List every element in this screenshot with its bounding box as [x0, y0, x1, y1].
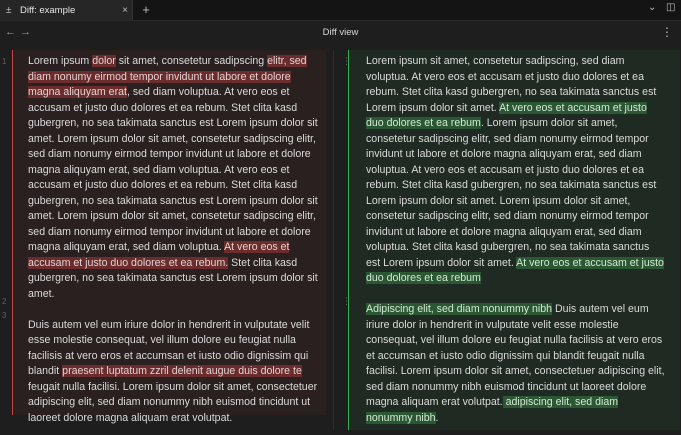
paragraph: Lorem ipsum dolor sit amet, consetetur s…	[28, 54, 324, 302]
chevron-down-icon[interactable]: ⌄	[648, 2, 656, 13]
line-number-gutter: 1 2 3	[0, 50, 14, 416]
paragraph: Lorem ipsum sit amet, consetetur sadipsc…	[366, 54, 666, 287]
tab-title: Diff: example	[20, 4, 76, 16]
original-text: Lorem ipsum dolor sit amet, consetetur s…	[28, 54, 324, 426]
diff-icon: ±	[6, 4, 12, 16]
original-pane[interactable]: 1 2 3 Lorem ipsum dolor sit amet, conset…	[0, 50, 329, 424]
deleted-text: praesent luptatum zzril delenit augue du…	[62, 365, 302, 377]
unchanged-text: .	[435, 411, 439, 424]
insertion-bar	[348, 50, 349, 430]
fold-marker: ⋮	[342, 296, 351, 306]
pane-divider[interactable]	[333, 50, 334, 430]
modified-text: Lorem ipsum sit amet, consetetur sadipsc…	[366, 54, 666, 426]
unchanged-text: sit amet, consetetur sadipscing	[115, 55, 268, 67]
paragraph: Duis autem vel eum iriure dolor in hendr…	[28, 318, 324, 427]
tab-diff-example[interactable]: ± Diff: example ×	[0, 0, 133, 20]
fold-marker: ⋮	[342, 56, 351, 66]
tab-bar: ± Diff: example × + ⌄ ◫	[0, 0, 681, 21]
new-tab-icon[interactable]: +	[138, 2, 154, 18]
deleted-text: dolor	[92, 55, 116, 67]
unchanged-text: feugait nulla facilisi. Lorem ipsum dolo…	[28, 380, 318, 424]
unchanged-text: Lorem ipsum	[28, 55, 93, 67]
more-options-icon[interactable]: ⋮	[661, 25, 673, 39]
close-icon[interactable]: ×	[118, 5, 132, 16]
paragraph: Adipiscing elit, sed diam nonummy nibh D…	[366, 302, 666, 426]
sidebar-toggle-icon[interactable]: ◫	[666, 2, 675, 13]
view-header: ← → Diff view ⋮	[0, 21, 681, 44]
unchanged-text: Duis autem vel eum iriure dolor in hendr…	[366, 303, 665, 408]
unchanged-text: . Lorem ipsum dolor sit amet, consetetur…	[366, 117, 657, 269]
line-number: 1	[2, 57, 7, 66]
unchanged-text: , sed diam voluptua. At vero eos et accu…	[28, 86, 318, 253]
view-title: Diff view	[322, 27, 359, 38]
inserted-text: Adipiscing elit, sed diam nonummy nibh	[366, 303, 553, 315]
modified-pane[interactable]: ⋮ ⋮ Lorem ipsum sit amet, consetetur sad…	[340, 50, 680, 430]
line-number: 3	[2, 311, 7, 320]
